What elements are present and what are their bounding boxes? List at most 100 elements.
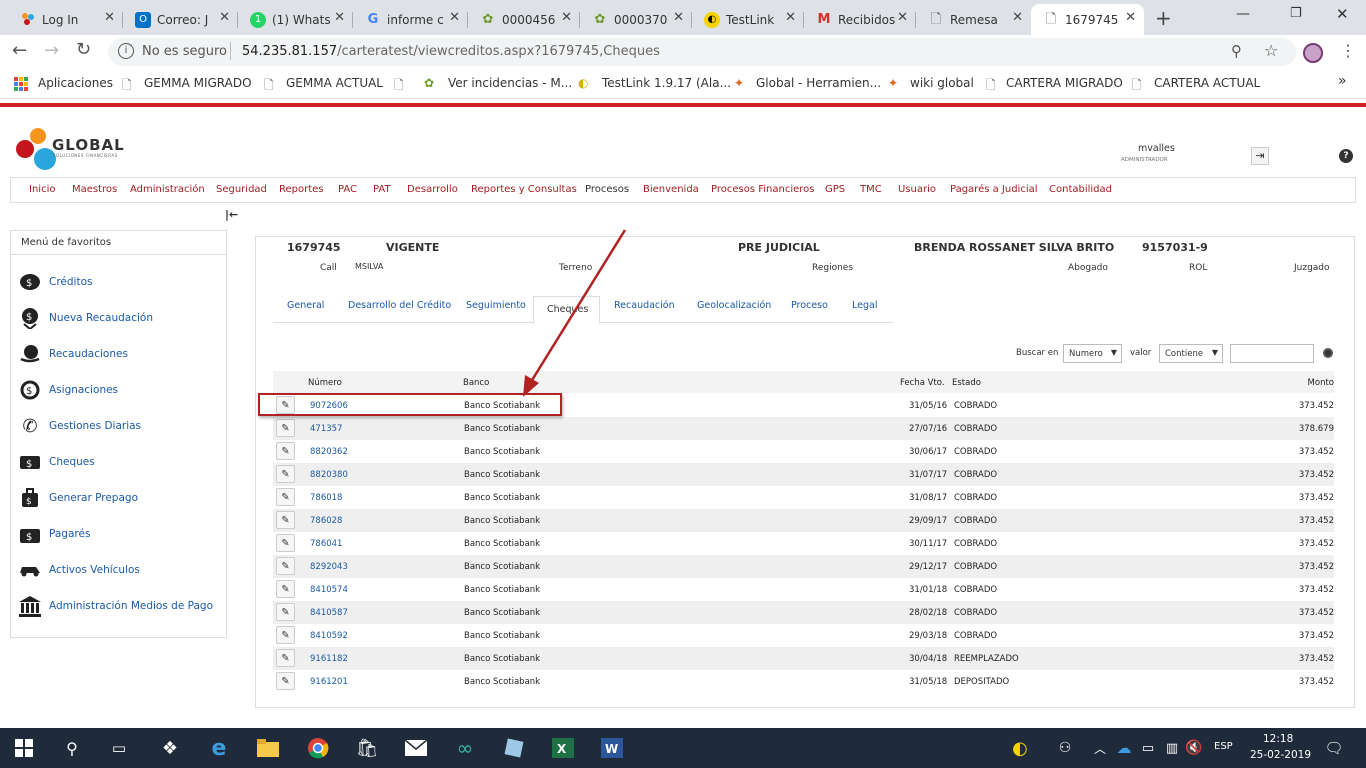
- menu-administracion[interactable]: Administración: [130, 184, 205, 195]
- cheque-number-link[interactable]: 8820380: [310, 470, 348, 480]
- edit-button[interactable]: ✎: [276, 672, 295, 690]
- browser-tab-0[interactable]: Log In ✕: [8, 4, 123, 35]
- bookmark-testlink[interactable]: TestLink 1.9.17 (Ala...: [602, 76, 731, 90]
- bookmark-wiki-global[interactable]: wiki global: [910, 76, 974, 90]
- close-icon[interactable]: ✕: [219, 10, 230, 25]
- menu-procesos[interactable]: Procesos: [585, 184, 629, 195]
- search-field-select[interactable]: Numero ▼: [1063, 344, 1122, 363]
- more-bookmarks-button[interactable]: »: [1338, 73, 1347, 89]
- close-icon[interactable]: ✕: [785, 10, 796, 25]
- col-fecha[interactable]: Fecha Vto.: [900, 378, 945, 388]
- tab-legal[interactable]: Legal: [852, 300, 877, 311]
- task-view-icon[interactable]: ▭: [107, 736, 131, 760]
- menu-reportes[interactable]: Reportes: [279, 184, 324, 195]
- tab-proceso[interactable]: Proceso: [791, 300, 828, 311]
- avatar[interactable]: [1303, 43, 1323, 63]
- menu-pat[interactable]: PAT: [373, 184, 391, 195]
- menu-pac[interactable]: PAC: [338, 184, 357, 195]
- menu-inicio[interactable]: Inicio: [29, 184, 55, 195]
- clock-time[interactable]: 12:18: [1263, 733, 1293, 745]
- excel-icon[interactable]: X: [551, 736, 575, 760]
- search-clear-icon[interactable]: [1323, 348, 1333, 358]
- search-input[interactable]: [1230, 344, 1314, 363]
- people-icon[interactable]: ⚇: [1053, 736, 1077, 760]
- close-icon[interactable]: ✕: [104, 10, 115, 25]
- fav-item-medios-pago[interactable]: Administración Medios de Pago: [18, 595, 213, 617]
- edit-button[interactable]: ✎: [276, 649, 295, 667]
- network-icon[interactable]: ▥: [1160, 736, 1184, 760]
- menu-bienvenida[interactable]: Bienvenida: [643, 184, 699, 195]
- clock-date[interactable]: 25-02-2019: [1250, 749, 1311, 761]
- fav-item-creditos[interactable]: $ Créditos: [18, 271, 92, 293]
- fav-item-nueva-recaudacion[interactable]: $ Nueva Recaudación: [18, 307, 153, 329]
- infinity-app-icon[interactable]: ∞: [453, 736, 477, 760]
- windows-start-icon[interactable]: [12, 736, 36, 760]
- fav-item-activos-vehiculos[interactable]: Activos Vehículos: [18, 559, 140, 581]
- word-icon[interactable]: W: [600, 736, 624, 760]
- bookmark-cartera-actual[interactable]: CARTERA ACTUAL: [1154, 76, 1260, 90]
- bookmark-ver-incidencias[interactable]: Ver incidencias - M...: [448, 76, 572, 90]
- mail-icon[interactable]: [404, 736, 428, 760]
- fav-item-generar-prepago[interactable]: $ Generar Prepago: [18, 487, 138, 509]
- cheque-number-link[interactable]: 786028: [310, 516, 342, 526]
- info-icon[interactable]: i: [118, 43, 134, 59]
- help-icon[interactable]: ?: [1339, 149, 1353, 163]
- store-icon[interactable]: 🛍: [355, 736, 379, 760]
- reload-button[interactable]: ↻: [76, 39, 91, 60]
- edit-button[interactable]: ✎: [276, 603, 295, 621]
- fav-item-gestiones-diarias[interactable]: ✆ Gestiones Diarias: [18, 415, 141, 437]
- edit-button[interactable]: ✎: [276, 511, 295, 529]
- chrome-icon[interactable]: [306, 736, 330, 760]
- global-logo[interactable]: GLOBAL SOLUCIONES FINANCIERAS: [14, 128, 134, 172]
- menu-gps[interactable]: GPS: [825, 184, 845, 195]
- dropbox-icon[interactable]: ❖: [158, 736, 182, 760]
- cheque-number-link[interactable]: 9161201: [310, 677, 348, 687]
- menu-desarrollo[interactable]: Desarrollo: [407, 184, 458, 195]
- menu-seguridad[interactable]: Seguridad: [216, 184, 267, 195]
- battery-icon[interactable]: ▭: [1136, 736, 1160, 760]
- cheque-number-link[interactable]: 8292043: [310, 562, 348, 572]
- new-tab-button[interactable]: +: [1155, 6, 1172, 30]
- menu-tmc[interactable]: TMC: [860, 184, 882, 195]
- fav-item-pagares[interactable]: $ Pagarés: [18, 523, 90, 545]
- close-icon[interactable]: ✕: [673, 10, 684, 25]
- close-icon[interactable]: ✕: [334, 10, 345, 25]
- fav-item-recaudaciones[interactable]: Recaudaciones: [18, 343, 128, 365]
- close-icon[interactable]: ✕: [561, 10, 572, 25]
- omnibox[interactable]: i No es seguro 54.235.81.157/carteratest…: [108, 38, 1296, 66]
- browser-tab-9[interactable]: 🗋 1679745 ✕: [1031, 4, 1144, 35]
- language-indicator[interactable]: ESP: [1214, 741, 1233, 752]
- cheque-number-link[interactable]: 471357: [310, 424, 342, 434]
- cheque-number-link[interactable]: 786041: [310, 539, 342, 549]
- close-icon[interactable]: ✕: [897, 10, 908, 25]
- menu-usuario[interactable]: Usuario: [898, 184, 936, 195]
- bookmark-gemma-migrado[interactable]: GEMMA MIGRADO: [144, 76, 252, 90]
- star-icon[interactable]: ☆: [1264, 41, 1278, 60]
- bookmark-gemma-actual[interactable]: GEMMA ACTUAL: [286, 76, 383, 90]
- edit-button[interactable]: ✎: [276, 488, 295, 506]
- menu-reportes-consultas[interactable]: Reportes y Consultas: [471, 184, 577, 195]
- forward-button[interactable]: →: [44, 40, 59, 61]
- tab-general[interactable]: General: [287, 300, 324, 311]
- tab-desarrollo-credito[interactable]: Desarrollo del Crédito: [348, 300, 451, 311]
- bookmark-aplicaciones[interactable]: Aplicaciones: [38, 76, 113, 90]
- browser-tab-4[interactable]: ✿ 0000456 ✕: [468, 4, 580, 35]
- onedrive-icon[interactable]: ☁: [1112, 736, 1136, 760]
- edge-icon[interactable]: e: [207, 736, 231, 761]
- search-operator-select[interactable]: Contiene ▼: [1159, 344, 1223, 363]
- kebab-menu-icon[interactable]: ⋮: [1340, 41, 1356, 60]
- menu-pagares-judicial[interactable]: Pagarés a Judicial: [950, 184, 1038, 195]
- close-icon[interactable]: ✕: [1012, 10, 1023, 25]
- fav-item-asignaciones[interactable]: $ Asignaciones: [18, 379, 118, 401]
- edit-button[interactable]: ✎: [276, 557, 295, 575]
- cheque-number-link[interactable]: 786018: [310, 493, 342, 503]
- url-text[interactable]: 54.235.81.157/carteratest/viewcreditos.a…: [242, 44, 660, 59]
- file-explorer-icon[interactable]: [256, 736, 280, 760]
- edit-button[interactable]: ✎: [276, 465, 295, 483]
- notes-app-icon[interactable]: [502, 736, 526, 760]
- browser-tab-1[interactable]: O Correo: J ✕: [123, 4, 238, 35]
- menu-procesos-financieros[interactable]: Procesos Financieros: [711, 184, 815, 195]
- volume-muted-icon[interactable]: 🔇: [1182, 736, 1206, 760]
- col-banco[interactable]: Banco: [463, 378, 489, 388]
- logout-icon[interactable]: ⇥: [1251, 147, 1269, 165]
